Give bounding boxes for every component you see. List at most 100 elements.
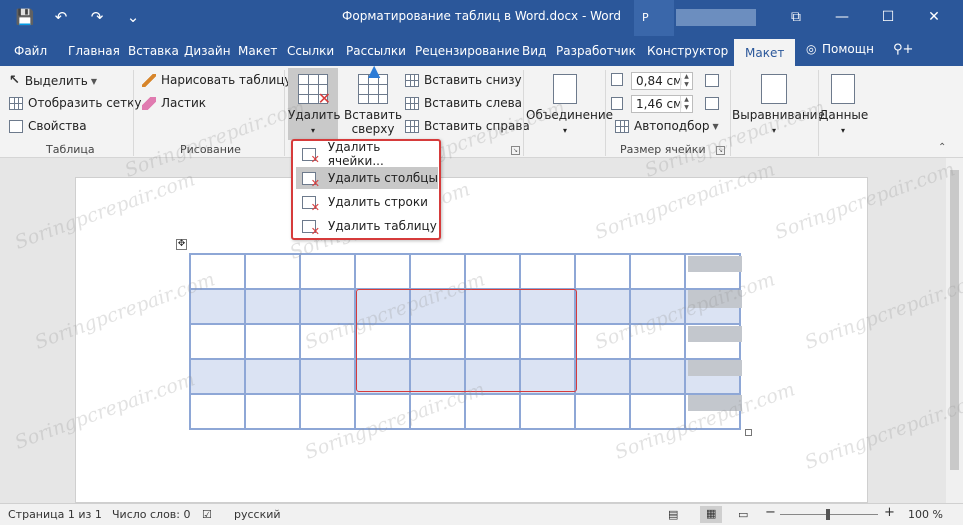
collapse-ribbon-icon[interactable]: ⌃: [938, 142, 946, 153]
menu-item-delete-table[interactable]: ✕ Удалить таблицу: [296, 215, 438, 237]
rows-columns-launcher-icon[interactable]: ↘: [511, 146, 520, 155]
zoom-in-button[interactable]: +: [884, 505, 895, 520]
tab-review[interactable]: Рецензирование: [415, 42, 520, 66]
lightbulb-icon[interactable]: ◎: [806, 42, 816, 56]
table-cell[interactable]: [299, 288, 356, 325]
delete-button[interactable]: ✕ Удалить ▾: [288, 68, 341, 140]
web-layout-icon[interactable]: ▭: [738, 508, 748, 521]
autofit-button[interactable]: Автоподбор ▼: [615, 119, 719, 133]
vertical-scrollbar[interactable]: [946, 158, 963, 503]
insert-below-button[interactable]: Вставить снизу: [405, 73, 522, 87]
table-cell[interactable]: [409, 253, 466, 290]
close-button[interactable]: ✕: [911, 0, 957, 36]
insert-right-button[interactable]: Вставить справа: [405, 119, 530, 133]
properties-button[interactable]: Свойства: [9, 119, 87, 133]
ribbon-display-options-icon[interactable]: ⧉: [773, 0, 819, 36]
tab-references[interactable]: Ссылки: [287, 42, 334, 66]
ribbon: ↖ Выделить ▼ Отобразить сетку Свойства Та…: [0, 63, 963, 158]
table-cell[interactable]: [574, 358, 631, 395]
menu-item-delete-rows[interactable]: ✕ Удалить строки: [296, 191, 438, 213]
table-cell[interactable]: [464, 253, 521, 290]
table-cell[interactable]: [299, 323, 356, 360]
table-cell[interactable]: [299, 253, 356, 290]
eraser-icon: [142, 96, 156, 110]
table-cell[interactable]: [244, 393, 301, 430]
show-gridlines-button[interactable]: Отобразить сетку: [9, 96, 142, 110]
maximize-button[interactable]: ☐: [865, 0, 911, 36]
read-mode-icon[interactable]: ▤: [668, 508, 678, 521]
table-cell[interactable]: [189, 288, 246, 325]
spinner-arrows-icon[interactable]: ▲ ▼: [680, 96, 692, 112]
tab-view[interactable]: Вид: [522, 42, 546, 66]
spinner-arrows-icon[interactable]: ▲ ▼: [680, 73, 692, 89]
table-cell[interactable]: [244, 253, 301, 290]
table-move-handle-icon[interactable]: ✥: [176, 239, 187, 250]
table-cell[interactable]: [354, 393, 411, 430]
user-account[interactable]: Р: [634, 0, 674, 36]
table-cell[interactable]: [244, 288, 301, 325]
page-count[interactable]: Страница 1 из 1: [8, 508, 102, 521]
tab-file[interactable]: Файл: [14, 42, 47, 66]
minimize-button[interactable]: —: [819, 0, 865, 36]
cursor-arrow-icon: ↖: [9, 73, 20, 88]
table-cell[interactable]: [189, 358, 246, 395]
tab-developer[interactable]: Разработчик: [556, 42, 636, 66]
table-cell[interactable]: [574, 323, 631, 360]
select-button[interactable]: ↖ Выделить ▼: [9, 73, 97, 89]
insert-above-button[interactable]: ▲ Вставить сверху: [344, 63, 402, 137]
delete-table-icon: ✕: [298, 74, 331, 107]
print-layout-icon[interactable]: ▦: [700, 506, 723, 523]
table-cell[interactable]: [409, 393, 466, 430]
tab-insert[interactable]: Вставка: [128, 42, 179, 66]
alignment-button[interactable]: Выравнивание ▾: [732, 68, 825, 138]
table-cell[interactable]: [574, 393, 631, 430]
tab-table-design[interactable]: Конструктор: [647, 42, 728, 66]
table-cell[interactable]: [629, 393, 686, 430]
merge-button[interactable]: Объединение ▾: [526, 68, 613, 138]
menu-item-delete-columns[interactable]: ✕ Удалить столбцы: [296, 167, 438, 189]
zoom-level[interactable]: 100 %: [908, 508, 943, 521]
proofing-icon[interactable]: ☑: [202, 508, 212, 521]
draw-table-button[interactable]: Нарисовать таблицу: [142, 73, 292, 87]
cell-height-input[interactable]: 0,84 см ▲ ▼: [631, 72, 693, 90]
tab-home[interactable]: Главная: [68, 42, 120, 66]
zoom-out-button[interactable]: −: [765, 505, 776, 520]
table-cell[interactable]: [629, 288, 686, 325]
table-cell[interactable]: [574, 253, 631, 290]
data-button[interactable]: Данные ▾: [819, 68, 868, 138]
table-cell[interactable]: [354, 253, 411, 290]
table-cell[interactable]: [189, 323, 246, 360]
language-indicator[interactable]: русский: [234, 508, 281, 521]
table-cell[interactable]: [299, 393, 356, 430]
word-count[interactable]: Число слов: 0: [112, 508, 191, 521]
tell-me-search[interactable]: Помощн: [822, 42, 874, 56]
table-cell[interactable]: [629, 253, 686, 290]
cell-size-launcher-icon[interactable]: ↘: [716, 146, 725, 155]
share-icon[interactable]: ⚲+: [893, 42, 913, 57]
eraser-button[interactable]: Ластик: [142, 96, 206, 110]
table-cell[interactable]: [464, 393, 521, 430]
table-cell[interactable]: [244, 358, 301, 395]
table-cell[interactable]: [574, 288, 631, 325]
tab-design[interactable]: Дизайн: [184, 42, 231, 66]
distribute-columns-icon[interactable]: [705, 97, 724, 110]
table-cell[interactable]: [629, 323, 686, 360]
menu-item-delete-cells[interactable]: ✕ Удалить ячейки...: [296, 140, 438, 168]
insert-left-button[interactable]: Вставить слева: [405, 96, 522, 110]
draw-table-label: Нарисовать таблицу: [161, 73, 292, 87]
zoom-slider-knob[interactable]: [826, 509, 830, 520]
table-cell[interactable]: [629, 358, 686, 395]
table-cell[interactable]: [189, 253, 246, 290]
tab-layout[interactable]: Макет: [238, 42, 277, 66]
table-cell[interactable]: [244, 323, 301, 360]
cell-width-input[interactable]: 1,46 см ▲ ▼: [631, 95, 693, 113]
table-cell[interactable]: [519, 253, 576, 290]
delete-cells-icon: ✕: [302, 147, 320, 165]
table-cell[interactable]: [519, 393, 576, 430]
table-cell[interactable]: [189, 393, 246, 430]
table-resize-handle[interactable]: [745, 429, 752, 436]
tab-table-layout[interactable]: Макет: [734, 39, 796, 66]
distribute-rows-icon[interactable]: [705, 74, 724, 87]
table-cell[interactable]: [299, 358, 356, 395]
scrollbar-thumb[interactable]: [950, 170, 959, 470]
